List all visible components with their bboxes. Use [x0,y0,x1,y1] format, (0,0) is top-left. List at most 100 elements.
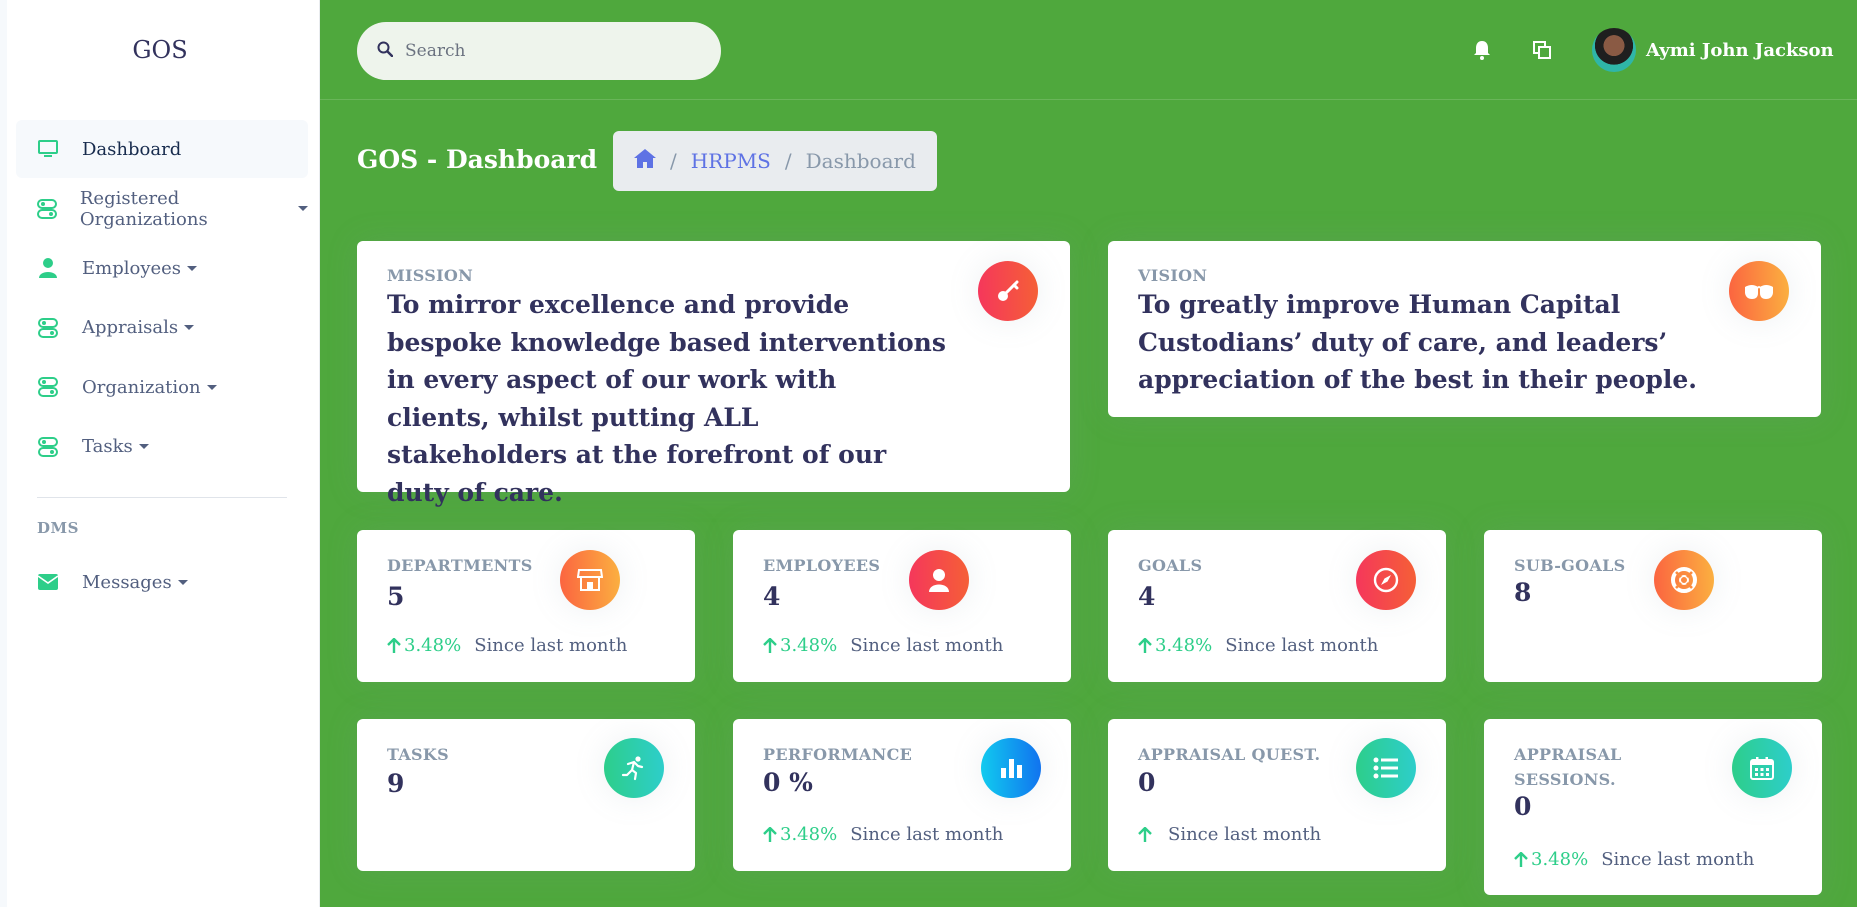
stat-change: 3.48% [763,824,837,845]
stat-footer: 3.48% Since last month [387,635,627,656]
stat-change: 3.48% [387,635,461,656]
sidebar-item-messages[interactable]: Messages [16,553,308,611]
stat-label: SUB-GOALS [1514,556,1626,575]
user-icon [909,550,969,610]
user-menu[interactable]: Aymi John Jackson [1592,28,1834,72]
stat-card-appraisal-quest: APPRAISAL QUEST. 0 Since last month [1108,719,1446,871]
stat-value: 0 % [763,768,813,797]
sidebar-edge [0,0,7,907]
stat-value: 5 [387,582,405,611]
chevron-down-icon [187,265,198,271]
sidebar-item-label: Dashboard [82,138,182,160]
stat-label: PERFORMANCE [763,745,913,764]
stat-since: Since last month [850,824,1004,845]
brand-logo[interactable]: GOS [0,36,320,64]
sidebar-item-employees[interactable]: Employees [16,239,308,297]
breadcrumb-current: Dashboard [805,149,916,173]
sidebar-item-label: Organization [82,376,201,398]
stat-footer: Since last month [1138,824,1321,845]
sidebar-nav: Dashboard Registered Organizations Emplo… [16,120,308,477]
sidebar-item-label: Messages [82,571,172,593]
sidebar-divider [37,497,287,498]
mission-text: To mirror excellence and provide bespoke… [387,290,946,507]
arrow-up-icon [1138,826,1152,843]
stat-change: 3.48% [1514,849,1588,870]
toggles-icon [36,316,60,340]
breadcrumb-separator: / [784,149,792,173]
shop-icon [560,550,620,610]
vision-card: VISION To greatly improve Human Capital … [1108,241,1821,417]
sidebar-item-organization[interactable]: Organization [16,358,308,416]
stat-label: DEPARTMENTS [387,556,533,575]
stat-card-appraisal-sessions: APPRAISAL SESSIONS. 0 3.48% Since last mo… [1484,719,1822,895]
stat-change: 3.48% [1138,635,1212,656]
breadcrumb-link-hrpms[interactable]: HRPMS [691,149,771,173]
stat-card-tasks: TASKS 9 [357,719,695,871]
home-icon[interactable] [634,149,656,173]
sidebar: GOS Dashboard Registered Organizations E… [0,0,320,907]
chevron-down-icon [184,325,195,330]
arrow-up-icon [1138,637,1152,654]
sidebar-item-registered-organizations[interactable]: Registered Organizations [16,180,308,238]
page-title: GOS - Dashboard [357,145,598,174]
stat-since: Since last month [474,635,628,656]
stat-value: 9 [387,769,405,798]
breadcrumb-separator: / [670,149,677,173]
main-content: Aymi John Jackson GOS - Dashboard / HRPM… [320,0,1857,907]
stat-label: EMPLOYEES [763,556,881,575]
sidebar-section-heading: DMS [37,519,79,537]
bar-chart-icon [981,738,1041,798]
stat-label: TASKS [387,745,449,764]
lifebuoy-icon [1654,550,1714,610]
user-name: Aymi John Jackson [1646,39,1834,61]
stat-footer: 3.48% Since last month [1138,635,1378,656]
arrow-up-icon [763,826,777,843]
envelope-icon [36,570,60,594]
stat-since: Since last month [850,635,1004,656]
stat-label: APPRAISAL QUEST. [1138,745,1321,764]
chevron-down-icon [138,444,149,449]
sidebar-item-tasks[interactable]: Tasks [16,418,308,476]
stat-value: 4 [763,582,781,611]
stat-footer: 3.48% Since last month [1514,849,1754,870]
stat-label: APPRAISAL SESSIONS. [1514,745,1622,789]
stat-change [1138,826,1155,843]
stat-since: Since last month [1601,849,1755,870]
sidebar-item-appraisals[interactable]: Appraisals [16,299,308,357]
arrow-up-icon [387,637,401,654]
stat-card-departments: DEPARTMENTS 5 3.48% Since last month [357,530,695,682]
stat-card-employees: EMPLOYEES 4 3.48% Since last month [733,530,1071,682]
search-bar[interactable] [357,22,721,80]
stat-card-goals: GOALS 4 3.48% Since last month [1108,530,1446,682]
sidebar-item-label: Appraisals [82,317,179,338]
sidebar-item-label: Registered Organizations [79,187,208,230]
mission-card: MISSION To mirror excellence and provide… [357,241,1070,507]
stat-value: 8 [1514,578,1532,607]
running-icon [604,738,664,798]
glasses-icon [1729,261,1789,321]
stat-label: GOALS [1138,556,1203,575]
top-navbar: Aymi John Jackson [320,0,1857,100]
stat-value: 4 [1138,582,1156,611]
chevron-down-icon [206,384,217,390]
sidebar-item-dashboard[interactable]: Dashboard [16,120,308,178]
toggles-icon [36,375,60,399]
compass-icon [1356,550,1416,610]
stat-since: Since last month [1168,824,1322,845]
person-icon [36,256,60,280]
chevron-down-icon [298,206,308,211]
toggles-icon [36,197,58,221]
search-input[interactable] [405,41,705,61]
copy-icon[interactable] [1530,38,1554,62]
avatar [1592,28,1636,72]
calendar-icon [1732,738,1792,798]
sidebar-item-label: Tasks [82,436,133,457]
vision-text: To greatly improve Human Capital Custodi… [1138,290,1697,394]
stat-footer: 3.48% Since last month [763,824,1003,845]
stat-change: 3.48% [763,635,837,656]
arrow-up-icon [1514,851,1528,868]
monitor-icon [36,137,60,161]
bell-icon[interactable] [1470,38,1494,62]
card-label: VISION [1138,266,1208,285]
list-icon [1356,738,1416,798]
